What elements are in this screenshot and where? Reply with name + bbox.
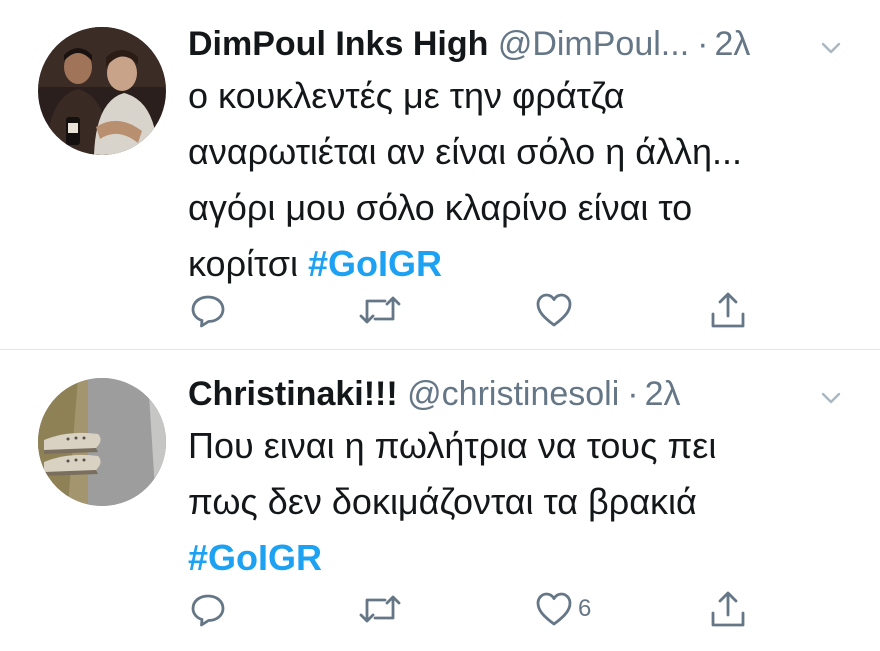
reply-icon: [191, 295, 225, 328]
reply-icon: [191, 594, 225, 627]
tweet-text-line: #GoIGR: [188, 530, 840, 586]
share-button[interactable]: [708, 288, 748, 332]
tweet-text-line: αγόρι μου σόλο κλαρίνο είναι το: [188, 187, 693, 228]
tweet[interactable]: Christinaki!!! @christinesoli · 2λ Που ειν…: [0, 350, 880, 651]
tweet-text-fragment: κορίτσι: [188, 243, 308, 284]
like-button[interactable]: 6: [534, 587, 591, 631]
retweet-icon: [359, 296, 401, 324]
like-count: 6: [578, 595, 592, 622]
reply-button[interactable]: [188, 587, 228, 631]
action-bar: 6: [188, 587, 768, 631]
heart-icon: [536, 293, 572, 327]
like-button[interactable]: [534, 288, 578, 332]
tweet-text-line: ο κουκλεντές με την φράτζα: [188, 75, 625, 116]
separator-dot: ·: [697, 25, 709, 63]
display-name[interactable]: DimPoul Inks High: [188, 25, 488, 63]
timestamp[interactable]: 2λ: [714, 25, 750, 63]
retweet-button[interactable]: [358, 288, 402, 332]
hashtag-link[interactable]: #GoIGR: [308, 243, 442, 284]
tweet-text-line: Που ειναι η πωλήτρια να τους πει: [188, 425, 717, 466]
tweet-text-line: αναρωτιέται αν είναι σόλο η άλλη...: [188, 131, 743, 172]
share-icon: [711, 292, 745, 328]
separator-dot: ·: [627, 375, 639, 413]
tweet-header: Christinaki!!! @christinesoli · 2λ: [188, 372, 850, 416]
avatar[interactable]: [38, 378, 166, 506]
share-icon: [711, 591, 745, 627]
timestamp[interactable]: 2λ: [645, 375, 681, 413]
heart-icon: [536, 592, 572, 626]
tweet[interactable]: DimPoul Inks High @DimPoul... · 2λ ο κουκλ…: [0, 0, 880, 349]
action-bar: [188, 288, 768, 332]
share-button[interactable]: [708, 587, 748, 631]
tweet-text: Που ειναι η πωλήτρια να τους πει πως δεν…: [188, 418, 840, 586]
avatar[interactable]: [38, 27, 166, 155]
tweet-text-line: κορίτσι #GoIGR: [188, 236, 840, 292]
chevron-down-icon[interactable]: [816, 380, 846, 410]
tweet-header: DimPoul Inks High @DimPoul... · 2λ: [188, 22, 850, 66]
hashtag-link[interactable]: #GoIGR: [188, 537, 322, 578]
user-handle[interactable]: @DimPoul...: [498, 25, 689, 63]
reply-button[interactable]: [188, 288, 228, 332]
user-handle[interactable]: @christinesoli: [407, 375, 619, 413]
tweet-text-line: πως δεν δοκιμάζονται τα βρακιά: [188, 481, 697, 522]
tweet-text: ο κουκλεντές με την φράτζα αναρωτιέται α…: [188, 68, 840, 292]
display-name[interactable]: Christinaki!!!: [188, 375, 398, 413]
retweet-icon: [359, 595, 401, 623]
chevron-down-icon[interactable]: [816, 30, 846, 60]
retweet-button[interactable]: [358, 587, 402, 631]
